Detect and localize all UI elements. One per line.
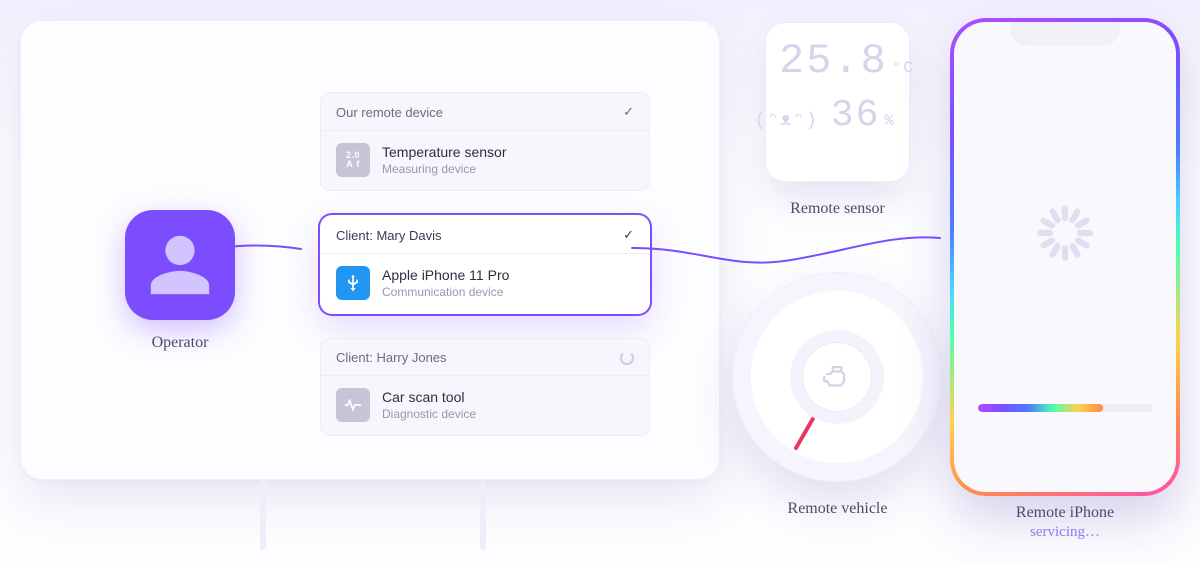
temperature-sensor-icon: 2.0A f bbox=[336, 143, 370, 177]
phone-notch bbox=[1010, 22, 1120, 46]
operator: Operator bbox=[120, 210, 240, 352]
remote-vehicle-widget bbox=[732, 272, 942, 482]
panel-stand bbox=[480, 480, 486, 550]
remote-sensor-widget: 25.8 °C (ᵔᴥᵔ) 36 % bbox=[765, 22, 910, 182]
remote-vehicle-label: Remote vehicle bbox=[740, 500, 935, 518]
face-icon: (ᵔᴥᵔ) bbox=[755, 111, 819, 131]
card-header: Client: Harry Jones bbox=[336, 350, 447, 365]
client-harry-card[interactable]: Client: Harry Jones Car scan tool Diagno… bbox=[320, 338, 650, 436]
operator-panel: Operator Our remote device ✓ 2.0A f Temp… bbox=[20, 20, 720, 480]
sensor-temp-value: 25.8 bbox=[779, 40, 888, 82]
card-header: Client: Mary Davis bbox=[336, 228, 441, 243]
operator-label: Operator bbox=[120, 334, 240, 352]
progress-bar bbox=[978, 404, 1152, 412]
check-icon: ✓ bbox=[623, 104, 634, 120]
phone-status-text: servicing… bbox=[950, 524, 1180, 541]
device-subtitle: Measuring device bbox=[382, 162, 507, 176]
operator-avatar bbox=[125, 210, 235, 320]
device-title: Temperature sensor bbox=[382, 144, 507, 160]
remote-iphone-widget bbox=[950, 18, 1180, 496]
connection-wire-right bbox=[631, 232, 941, 272]
device-subtitle: Diagnostic device bbox=[382, 407, 476, 421]
remote-sensor-label: Remote sensor bbox=[760, 200, 915, 218]
device-card-list: Our remote device ✓ 2.0A f Temperature s… bbox=[320, 92, 650, 460]
remote-device-card[interactable]: Our remote device ✓ 2.0A f Temperature s… bbox=[320, 92, 650, 191]
device-subtitle: Communication device bbox=[382, 285, 509, 299]
progress-fill bbox=[978, 404, 1103, 412]
usb-icon bbox=[336, 266, 370, 300]
ecg-icon bbox=[336, 388, 370, 422]
sensor-humidity-value: 36 bbox=[831, 94, 881, 137]
sensor-temp-unit: °C bbox=[892, 60, 915, 76]
engine-icon bbox=[802, 342, 872, 412]
device-title: Apple iPhone 11 Pro bbox=[382, 267, 509, 283]
loading-spinner-icon bbox=[1034, 202, 1096, 264]
loading-spinner-icon bbox=[620, 351, 634, 365]
sensor-humidity-unit: % bbox=[884, 112, 896, 130]
person-icon bbox=[145, 230, 215, 300]
connection-wire-left bbox=[210, 244, 302, 254]
remote-iphone-label: Remote iPhone servicing… bbox=[950, 504, 1180, 541]
phone-label-text: Remote iPhone bbox=[950, 504, 1180, 522]
client-mary-card[interactable]: Client: Mary Davis ✓ Apple iPhone 11 Pro… bbox=[320, 215, 650, 314]
device-title: Car scan tool bbox=[382, 389, 476, 405]
card-header: Our remote device bbox=[336, 105, 443, 120]
panel-stand bbox=[260, 480, 266, 550]
